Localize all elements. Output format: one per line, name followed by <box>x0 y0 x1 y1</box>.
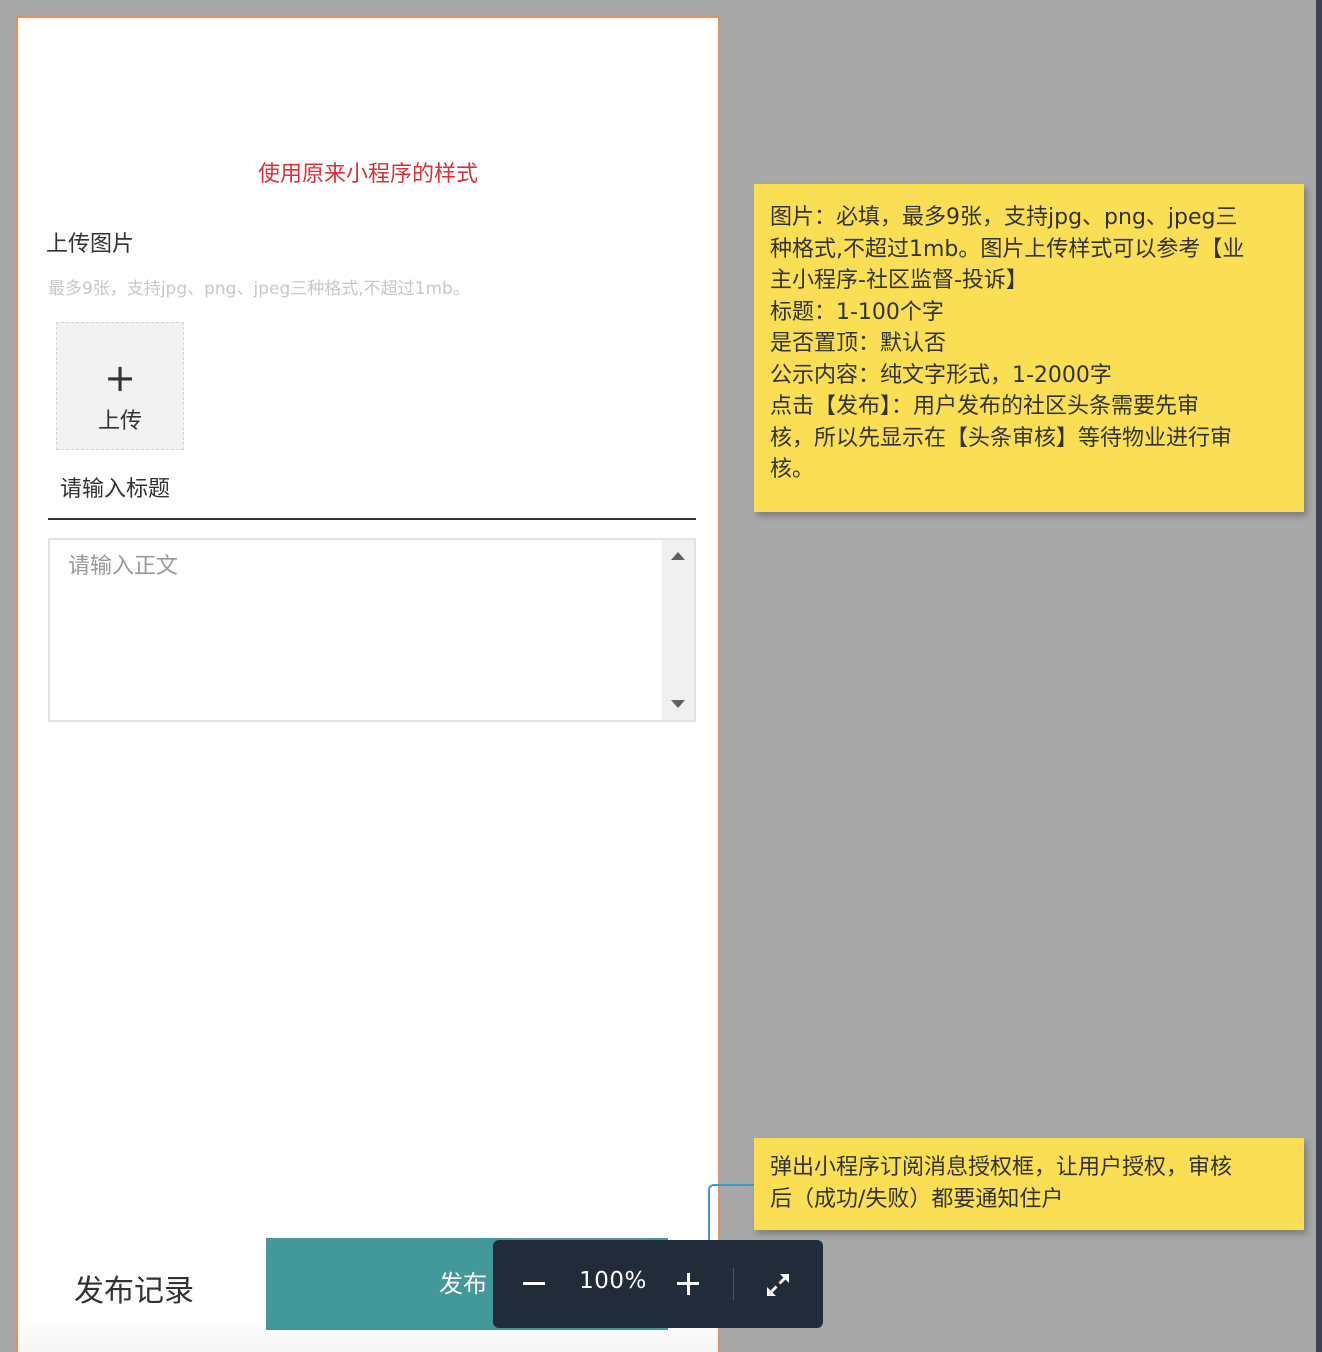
body-textarea[interactable] <box>50 540 662 720</box>
title-input[interactable] <box>48 460 696 520</box>
upload-images-label: 上传图片 <box>46 232 135 257</box>
publish-note-line: 后（成功/失败）都要通知住户 <box>770 1186 1064 1212</box>
scroll-down-arrow-icon[interactable] <box>671 700 685 708</box>
plus-icon[interactable] <box>677 1273 699 1295</box>
zoom-toolbar: 100% <box>493 1240 823 1328</box>
spec-note-line: 图片：必填，最多9张，支持jpg、png、jpeg三 <box>770 205 1238 230</box>
toolbar-divider <box>733 1268 734 1300</box>
publish-records-button[interactable]: 发布记录 <box>74 1266 194 1310</box>
publish-note-line: 弹出小程序订阅消息授权框，让用户授权，审核 <box>770 1155 1233 1180</box>
minus-icon[interactable] <box>523 1282 545 1285</box>
upload-hint: 最多9张，支持jpg、png、jpeg三种格式,不超过1mb。 <box>48 279 470 299</box>
window-edge <box>1316 0 1322 1352</box>
upload-button[interactable]: + 上传 <box>56 322 184 450</box>
scroll-up-arrow-icon[interactable] <box>671 552 685 560</box>
spec-note-line: 点击【发布】：用户发布的社区头条需要先审 <box>770 394 1200 419</box>
spec-note-line: 种格式,不超过1mb。图片上传样式可以参考【业 <box>770 236 1245 262</box>
expand-icon[interactable] <box>763 1270 793 1300</box>
spec-note-line: 标题：1-100个字 <box>770 299 944 325</box>
body-textarea-container <box>48 538 696 722</box>
upload-button-label: 上传 <box>97 409 142 434</box>
spec-note-line: 主小程序-社区监督-投诉】 <box>770 268 1028 293</box>
phone-frame: 使用原来小程序的样式 上传图片 最多9张，支持jpg、png、jpeg三种格式,… <box>16 16 720 1352</box>
spec-note-line: 核，所以先显示在【头条审核】等待物业进行审 <box>770 425 1233 451</box>
spec-note-line: 公示内容：纯文字形式，1-2000字 <box>770 362 1112 388</box>
plus-icon: + <box>104 356 136 400</box>
spec-note-line: 核。 <box>770 457 815 482</box>
note-connector-line <box>708 1184 754 1244</box>
zoom-level: 100% <box>579 1268 647 1294</box>
textarea-scrollbar[interactable] <box>662 540 694 720</box>
publish-sticky-note: 弹出小程序订阅消息授权框，让用户授权，审核 后（成功/失败）都要通知住户 <box>754 1138 1304 1230</box>
style-note: 使用原来小程序的样式 <box>257 162 478 187</box>
prototype-canvas: 使用原来小程序的样式 上传图片 最多9张，支持jpg、png、jpeg三种格式,… <box>0 0 1322 1352</box>
spec-note-line: 是否置顶：默认否 <box>770 331 947 356</box>
spec-sticky-note: 图片：必填，最多9张，支持jpg、png、jpeg三 种格式,不超过1mb。图片… <box>754 184 1304 512</box>
